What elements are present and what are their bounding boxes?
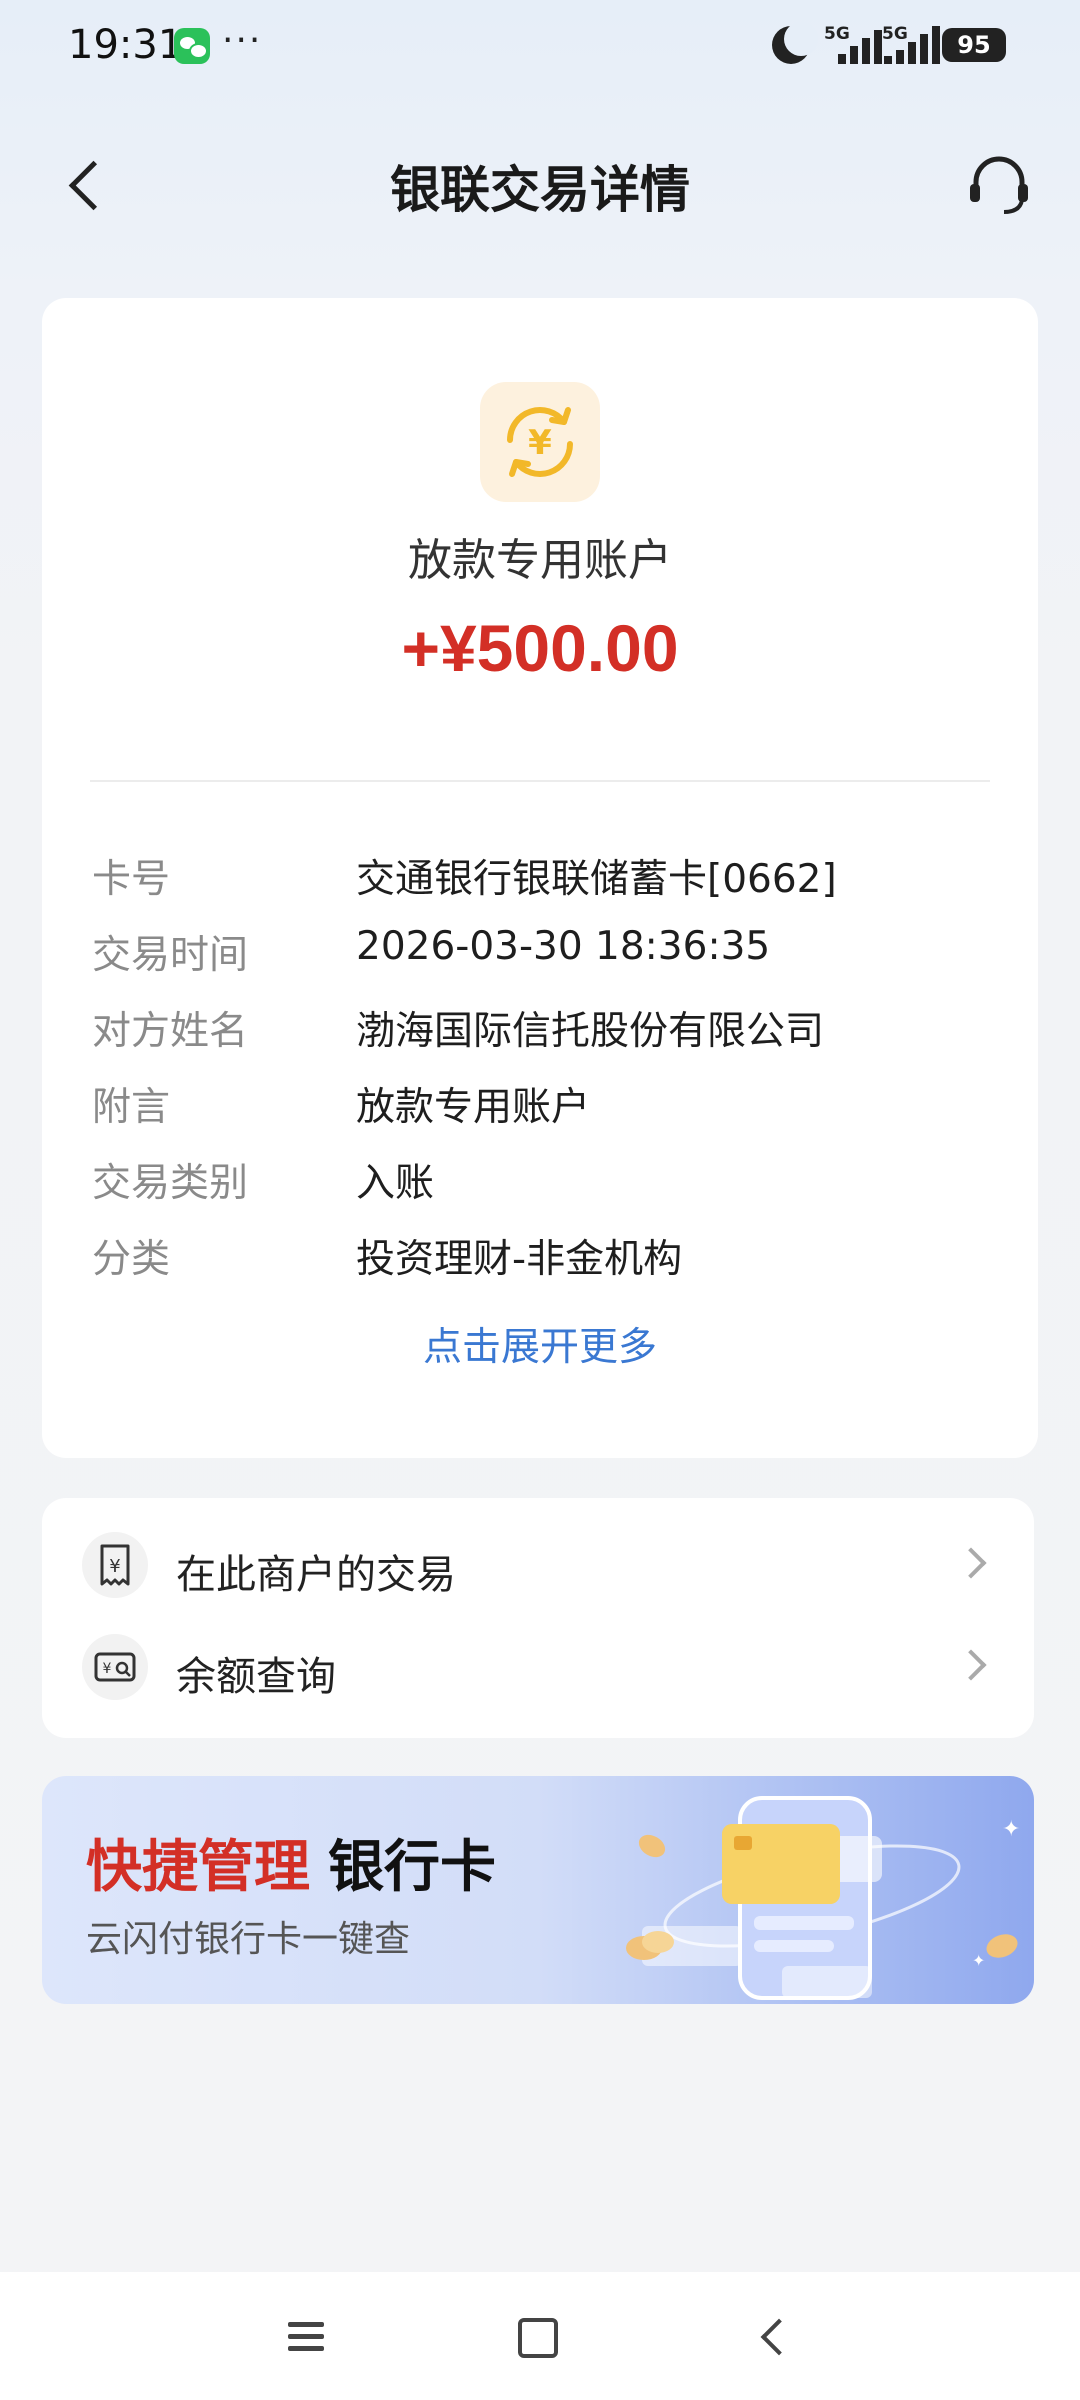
detail-row-card-number: 卡号 交通银行银联储蓄卡[0662] — [92, 838, 992, 914]
phone-card-illustration: ✦ ✦ — [622, 1776, 1034, 2004]
status-time: 19:31 — [68, 22, 184, 68]
svg-text:¥: ¥ — [528, 423, 552, 463]
signal-icon: 5G — [882, 24, 942, 64]
banner-title: 快捷管理 银行卡 — [86, 1822, 496, 1903]
counterparty-account-name: 放款专用账户 — [408, 535, 672, 586]
detail-list: 卡号 交通银行银联储蓄卡[0662] 交易时间 2026-03-30 18:36… — [92, 838, 992, 1294]
chevron-right-icon — [955, 1547, 987, 1579]
network-type-label: 5G — [882, 24, 908, 44]
banner-subtitle: 云闪付银行卡一键查 — [86, 1919, 411, 1960]
svg-text:✦: ✦ — [1002, 1817, 1020, 1842]
actions-card: ¥ 在此商户的交易 ¥ 余额查询 — [42, 1498, 1034, 1738]
more-notifications-icon: ··· — [222, 20, 263, 61]
promo-banner[interactable]: 快捷管理 银行卡 云闪付银行卡一键查 ✦ ✦ — [42, 1776, 1034, 2004]
back-icon[interactable] — [752, 2312, 802, 2362]
detail-row-counterparty: 对方姓名 渤海国际信托股份有限公司 — [92, 990, 992, 1066]
wechat-notification-icon — [174, 28, 210, 64]
banner-title-main: 银行卡 — [328, 1835, 496, 1900]
detail-label: 交易类别 — [92, 1161, 249, 1206]
transaction-amount: +¥500.00 — [401, 611, 679, 685]
detail-row-category: 分类 投资理财-非金机构 — [92, 1218, 992, 1294]
chevron-right-icon — [955, 1649, 987, 1681]
detail-row-time: 交易时间 2026-03-30 18:36:35 — [92, 914, 992, 990]
receipt-yuan-icon: ¥ — [82, 1532, 148, 1598]
detail-value: 2026-03-30 18:36:35 — [356, 924, 771, 969]
headset-icon[interactable] — [964, 150, 1034, 220]
expand-more-link[interactable]: 点击展开更多 — [42, 1316, 1038, 1372]
detail-label: 交易时间 — [92, 933, 249, 978]
detail-label: 卡号 — [92, 857, 171, 902]
balance-search-icon: ¥ — [82, 1634, 148, 1700]
detail-label: 对方姓名 — [92, 1009, 249, 1054]
network-type-label: 5G — [824, 24, 850, 44]
detail-value: 入账 — [356, 1161, 435, 1206]
link-label: 在此商户的交易 — [176, 1552, 456, 1598]
banner-title-highlight: 快捷管理 — [86, 1835, 310, 1900]
link-label: 余额查询 — [176, 1654, 336, 1700]
menu-icon[interactable] — [284, 2312, 334, 2362]
status-bar: 19:31 ··· 5G 5G 95 — [0, 0, 1080, 90]
svg-text:¥: ¥ — [103, 1661, 112, 1677]
home-icon[interactable] — [512, 2312, 562, 2362]
signal-icon: 5G — [824, 24, 884, 64]
do-not-disturb-icon — [772, 22, 818, 64]
divider — [90, 780, 990, 782]
merchant-transactions-item[interactable]: ¥ 在此商户的交易 — [42, 1514, 1034, 1618]
svg-text:✦: ✦ — [972, 1951, 985, 1970]
system-navigation-bar — [0, 2272, 1080, 2400]
yuan-exchange-icon: ¥ — [480, 382, 600, 502]
svg-text:¥: ¥ — [109, 1556, 120, 1577]
detail-value: 放款专用账户 — [356, 1085, 591, 1130]
detail-label: 附言 — [92, 1085, 171, 1130]
detail-value: 交通银行银联储蓄卡[0662] — [356, 857, 837, 902]
detail-label: 分类 — [92, 1237, 171, 1282]
detail-row-type: 交易类别 入账 — [92, 1142, 992, 1218]
balance-query-item[interactable]: ¥ 余额查询 — [42, 1616, 1034, 1720]
battery-icon: 95 — [942, 28, 1006, 62]
page-title: 银联交易详情 — [390, 161, 690, 219]
detail-row-memo: 附言 放款专用账户 — [92, 1066, 992, 1142]
transaction-card: ¥ 放款专用账户 +¥500.00 卡号 交通银行银联储蓄卡[0662] 交易时… — [42, 298, 1038, 1458]
detail-value: 渤海国际信托股份有限公司 — [356, 1009, 825, 1054]
detail-value: 投资理财-非金机构 — [356, 1237, 683, 1282]
